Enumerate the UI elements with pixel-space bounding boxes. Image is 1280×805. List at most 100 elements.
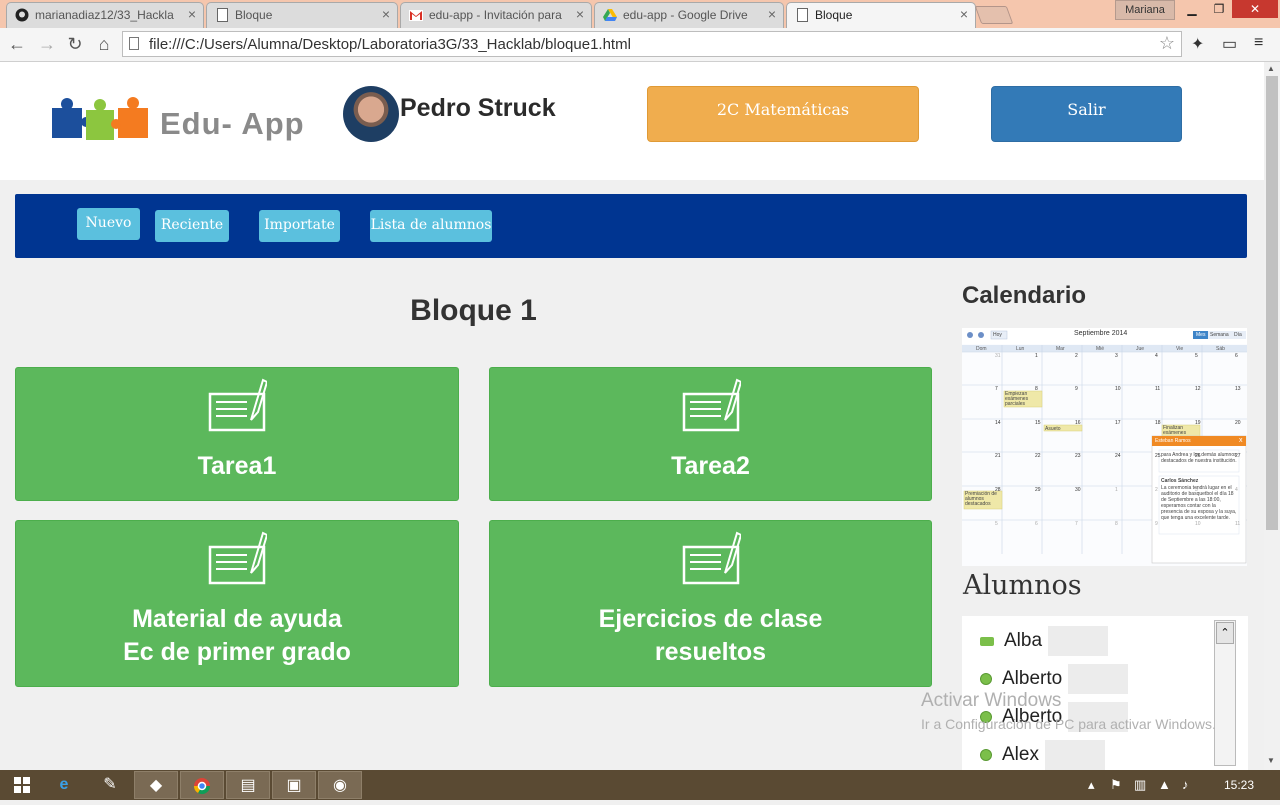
menu-icon[interactable]: ≡ <box>1254 34 1263 52</box>
address-bar[interactable]: file:///C:/Users/Alumna/Desktop/Laborato… <box>122 31 1182 57</box>
calendar-view-day[interactable]: Día <box>1234 332 1242 338</box>
new-tab-button[interactable] <box>974 6 1014 24</box>
nav-nuevo-button[interactable]: Nuevo <box>77 208 140 240</box>
scroll-up-icon[interactable]: ⌃ <box>1216 622 1234 644</box>
calendar-day[interactable]: 9 <box>1155 521 1158 527</box>
calendar-day[interactable]: 9 <box>1075 386 1078 392</box>
calendar-day[interactable]: 31 <box>995 353 1001 359</box>
editor-icon[interactable]: ▣ <box>272 771 316 799</box>
close-icon[interactable]: × <box>768 6 776 22</box>
calendar-day[interactable]: 8 <box>1115 521 1118 527</box>
file-explorer-icon[interactable]: ▤ <box>226 771 270 799</box>
calendar-day[interactable]: 13 <box>1235 386 1241 392</box>
calendar-day[interactable]: 11 <box>1235 521 1240 527</box>
card-ejercicios-clase[interactable]: Ejercicios de clase resueltos <box>489 520 932 687</box>
course-button[interactable]: 2C Matemáticas <box>647 86 919 142</box>
close-icon[interactable]: × <box>382 6 390 22</box>
scroll-up-icon[interactable]: ▲ <box>1267 64 1275 73</box>
calendar-day[interactable]: 22 <box>1035 453 1041 459</box>
internet-explorer-icon[interactable]: e <box>42 771 86 799</box>
minimize-icon[interactable]: ▁ <box>1178 0 1206 18</box>
calendar-day[interactable]: 25 <box>1155 453 1161 459</box>
calendar-day[interactable]: 7 <box>1075 521 1078 527</box>
bookmark-star-icon[interactable]: ☆ <box>1159 33 1175 54</box>
volume-icon[interactable]: ♪ <box>1182 777 1189 792</box>
nav-importate-button[interactable]: Importate <box>259 210 340 242</box>
nav-lista-alumnos-button[interactable]: Lista de alumnos <box>370 210 492 242</box>
calendar-day[interactable]: 24 <box>1115 453 1121 459</box>
calendar-today-button[interactable]: Hoy <box>993 332 1002 338</box>
calendar-day[interactable]: 18 <box>1155 420 1161 426</box>
calendar-day[interactable]: 12 <box>1195 386 1201 392</box>
calendar-day[interactable]: 10 <box>1195 521 1201 527</box>
calendar-day[interactable]: 1 <box>1035 353 1038 359</box>
calendar-widget[interactable]: Septiembre 2014 Hoy Mes Semana Día Dom Lu… <box>962 328 1247 566</box>
calendar-day[interactable]: 5 <box>1195 353 1198 359</box>
maximize-icon[interactable]: ❐ <box>1206 0 1232 18</box>
student-item[interactable]: Alba <box>980 626 1109 656</box>
calendar-day[interactable]: 3 <box>1115 353 1118 359</box>
url-text[interactable]: file:///C:/Users/Alumna/Desktop/Laborato… <box>149 36 631 53</box>
student-item[interactable]: Alex <box>980 740 1105 770</box>
calendar-day[interactable]: 5 <box>995 521 998 527</box>
calendar-day[interactable]: 15 <box>1035 420 1041 426</box>
flag-icon[interactable]: ⚑ <box>1110 777 1122 793</box>
calendar-day[interactable]: 14 <box>995 420 1001 426</box>
window-close-icon[interactable]: ✕ <box>1232 0 1278 18</box>
page-scrollbar[interactable]: ▲ ▼ <box>1264 62 1280 770</box>
tab-gmail[interactable]: edu-app - Invitación para × <box>400 2 592 28</box>
home-icon[interactable]: ⌂ <box>93 34 115 55</box>
back-icon[interactable]: ← <box>6 34 28 55</box>
tab-drive[interactable]: edu-app - Google Drive × <box>594 2 784 28</box>
close-icon[interactable]: × <box>188 6 196 22</box>
extension-icon[interactable]: ✦ <box>1191 34 1204 54</box>
calendar-view-month[interactable]: Mes <box>1196 332 1205 338</box>
app-icon[interactable]: ◉ <box>318 771 362 799</box>
tray-arrow-icon[interactable]: ▴ <box>1088 777 1095 793</box>
calendar-view-week[interactable]: Semana <box>1210 332 1229 338</box>
popup-close-icon[interactable]: x <box>1239 437 1243 444</box>
card-material-ayuda[interactable]: Material de ayuda Ec de primer grado <box>15 520 459 687</box>
calendar-event[interactable]: Asueto <box>1045 426 1061 432</box>
calendar-day[interactable]: 2 <box>1155 487 1158 493</box>
calendar-day[interactable]: 1 <box>1115 487 1118 493</box>
reload-icon[interactable]: ↻ <box>64 34 86 55</box>
close-icon[interactable]: × <box>576 6 584 22</box>
profile-button[interactable]: Mariana <box>1115 0 1175 20</box>
calendar-day[interactable]: 17 <box>1115 420 1121 426</box>
calendar-day[interactable]: 23 <box>1075 453 1081 459</box>
calendar-event[interactable]: Premiación de alumnos destacados <box>965 492 1001 507</box>
tab-bloque-active[interactable]: Bloque × <box>786 2 976 28</box>
cast-icon[interactable]: ▭ <box>1222 34 1237 54</box>
nav-reciente-button[interactable]: Reciente <box>155 210 229 242</box>
tab-github[interactable]: marianadiaz12/33_Hackla × <box>6 2 204 28</box>
forward-icon[interactable]: → <box>36 34 58 55</box>
git-icon[interactable]: ◆ <box>134 771 178 799</box>
calendar-day[interactable]: 6 <box>1235 353 1238 359</box>
scrollbar-thumb[interactable] <box>1266 76 1278 530</box>
network-icon[interactable]: ▥ <box>1134 777 1146 793</box>
logout-button[interactable]: Salir <box>991 86 1182 142</box>
windows-start-icon[interactable] <box>0 771 44 799</box>
wifi-icon[interactable]: ▲ <box>1158 777 1171 792</box>
calendar-day[interactable]: 16 <box>1075 420 1081 426</box>
calendar-event[interactable]: Empiezan exámenes parciales <box>1005 392 1041 407</box>
paint-icon[interactable]: ✎ <box>88 771 132 799</box>
tab-bloque[interactable]: Bloque × <box>206 2 398 28</box>
card-tarea2[interactable]: Tarea2 <box>489 367 932 501</box>
calendar-day[interactable]: 2 <box>1075 353 1078 359</box>
calendar-day[interactable]: 6 <box>1035 521 1038 527</box>
scroll-down-icon[interactable]: ▼ <box>1267 756 1275 765</box>
students-scrollbar[interactable]: ⌃ <box>1214 620 1236 766</box>
calendar-day[interactable]: 7 <box>995 386 998 392</box>
close-icon[interactable]: × <box>960 6 968 22</box>
chrome-icon[interactable] <box>180 771 224 799</box>
calendar-day[interactable]: 4 <box>1155 353 1158 359</box>
calendar-day[interactable]: 10 <box>1115 386 1121 392</box>
calendar-day[interactable]: 20 <box>1235 420 1241 426</box>
card-tarea1[interactable]: Tarea1 <box>15 367 459 501</box>
calendar-day[interactable]: 30 <box>1075 487 1081 493</box>
clock[interactable]: 15:23 <box>1224 778 1254 792</box>
calendar-day[interactable]: 21 <box>995 453 1001 459</box>
calendar-day[interactable]: 11 <box>1155 386 1160 392</box>
